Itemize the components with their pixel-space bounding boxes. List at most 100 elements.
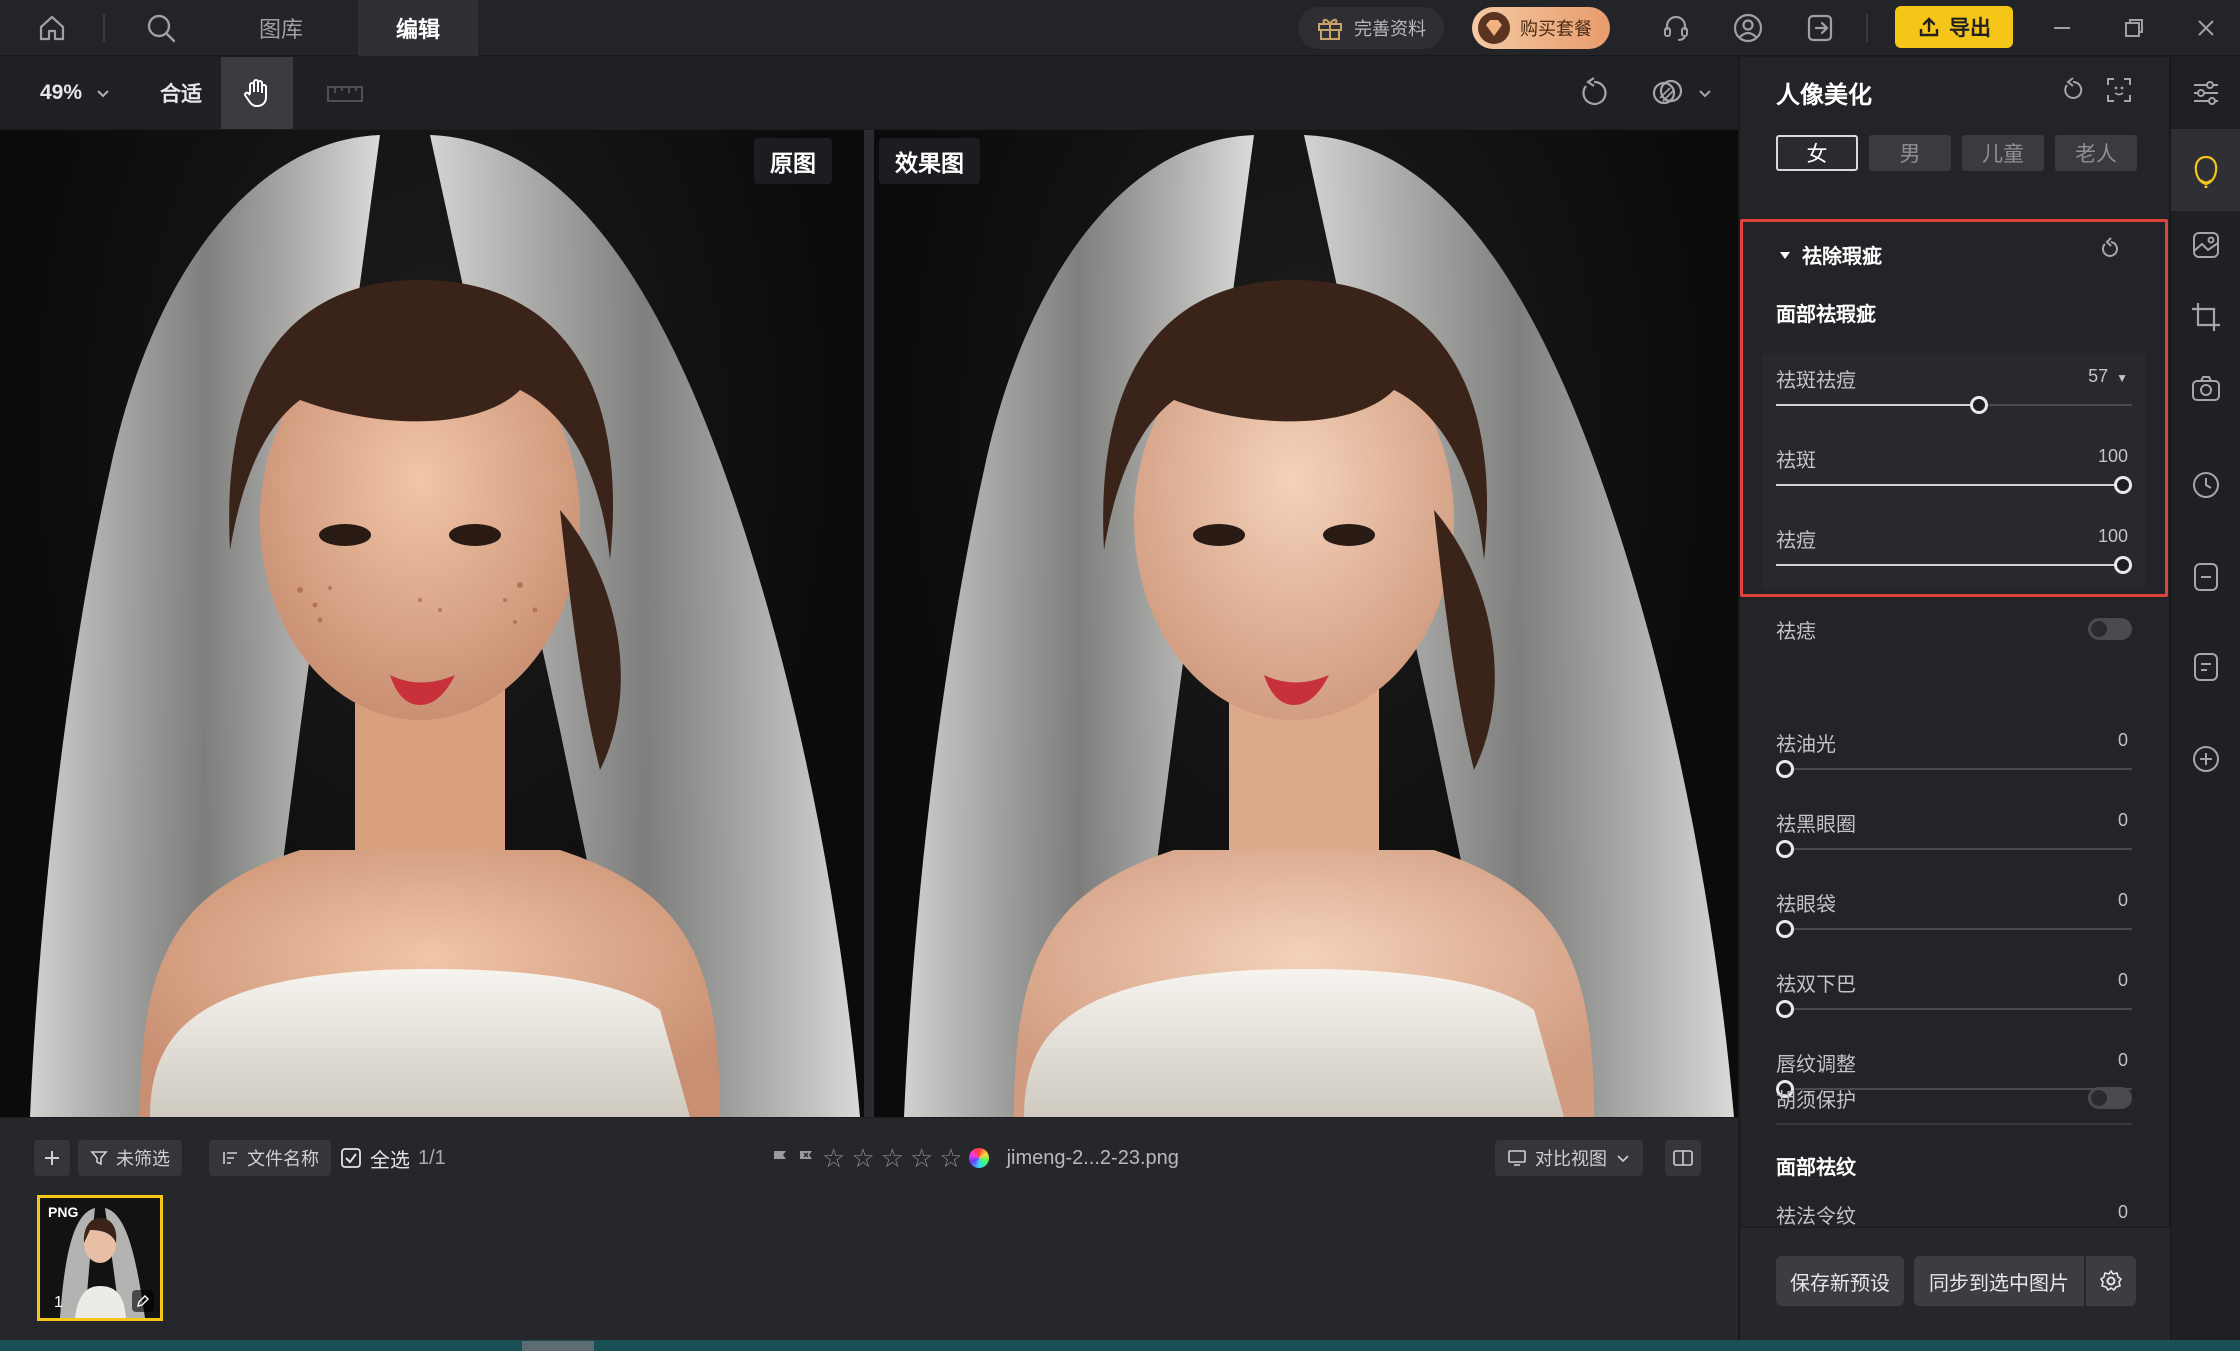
split-view-button[interactable] bbox=[1665, 1140, 1701, 1176]
slider-value[interactable]: 0 bbox=[2118, 730, 2128, 751]
zoom-dropdown[interactable]: 49% bbox=[40, 57, 112, 129]
notes-icon[interactable] bbox=[2186, 557, 2226, 597]
search-icon[interactable] bbox=[141, 8, 181, 48]
panel-footer: 保存新预设 同步到选中图片 bbox=[1740, 1227, 2170, 1340]
rating-bar: ☆ ☆ ☆ ☆ ☆ jimeng-2...2-23.png bbox=[770, 1140, 1179, 1176]
toggle-row-beard: 胡须保护 bbox=[1776, 1082, 2132, 1112]
slider-nasolabial[interactable]: 祛法令纹 0 bbox=[1776, 1200, 2132, 1226]
save-preset-button[interactable]: 保存新预设 bbox=[1776, 1256, 1904, 1306]
sort-icon bbox=[223, 1152, 237, 1164]
slider-extra-3[interactable]: 祛双下巴 0 bbox=[1776, 968, 2132, 1024]
tab-library[interactable]: 图库 bbox=[226, 0, 336, 56]
gear-icon bbox=[2100, 1270, 2122, 1291]
support-headset-icon[interactable] bbox=[1656, 8, 1696, 48]
filmstrip: 未筛选 文件名称 全选 1/1 ☆ ☆ ☆ ☆ ☆ jimeng-2...2-2… bbox=[0, 1118, 1738, 1340]
thumbnail-item[interactable]: PNG 1 bbox=[37, 1195, 163, 1321]
slider-value[interactable]: 0 bbox=[2118, 890, 2128, 911]
image-edit-icon[interactable] bbox=[2186, 225, 2226, 265]
document-icon[interactable] bbox=[2186, 647, 2226, 687]
image-canvas[interactable]: 原图 效果图 bbox=[0, 130, 1738, 1117]
tab-elderly[interactable]: 老人 bbox=[2055, 135, 2137, 171]
mole-toggle[interactable] bbox=[2088, 618, 2132, 640]
star-icon[interactable]: ☆ bbox=[939, 1145, 962, 1171]
beard-label: 胡须保护 bbox=[1776, 1090, 1856, 1112]
slider-track[interactable] bbox=[1776, 848, 2132, 850]
thumbnail-index: 1 bbox=[54, 1294, 63, 1311]
hand-tool-button[interactable] bbox=[221, 57, 293, 129]
filter-icon bbox=[90, 1151, 108, 1166]
split-view-icon bbox=[1673, 1150, 1693, 1166]
compare-view-dropdown[interactable]: 对比视图 bbox=[1495, 1140, 1643, 1176]
minimize-icon[interactable] bbox=[2042, 8, 2082, 48]
filter-label: 未筛选 bbox=[116, 1149, 170, 1169]
close-icon[interactable] bbox=[2186, 8, 2226, 48]
horizontal-scrollbar[interactable] bbox=[522, 1341, 594, 1351]
logout-icon[interactable] bbox=[1800, 8, 1840, 48]
add-button[interactable] bbox=[34, 1140, 70, 1176]
beard-toggle[interactable] bbox=[2088, 1087, 2132, 1109]
separator bbox=[103, 14, 105, 42]
buy-plan-button[interactable]: 购买套餐 bbox=[1472, 7, 1610, 49]
slider-value: 0 bbox=[2117, 1202, 2128, 1222]
color-label-icon[interactable] bbox=[968, 1148, 989, 1168]
star-icon[interactable]: ☆ bbox=[910, 1145, 933, 1171]
slider-knob[interactable] bbox=[1776, 1000, 1794, 1018]
select-all-checkbox[interactable]: 全选 1/1 bbox=[340, 1140, 446, 1176]
slider-value[interactable]: 0 bbox=[2118, 1050, 2128, 1071]
separator bbox=[1866, 14, 1868, 42]
tab-child[interactable]: 儿童 bbox=[1962, 135, 2044, 171]
sync-settings-button[interactable] bbox=[2086, 1256, 2136, 1306]
compare-divider[interactable] bbox=[864, 130, 874, 1117]
effect-photo bbox=[874, 130, 1738, 1117]
star-icon[interactable]: ☆ bbox=[851, 1145, 874, 1171]
sort-label: 文件名称 bbox=[247, 1149, 319, 1169]
slider-track[interactable] bbox=[1776, 768, 2132, 770]
home-icon[interactable] bbox=[32, 8, 72, 48]
sync-to-selected-button[interactable]: 同步到选中图片 bbox=[1914, 1256, 2084, 1306]
slider-value[interactable]: 0 bbox=[2118, 970, 2128, 991]
restore-window-icon[interactable] bbox=[2114, 8, 2154, 48]
adjust-sliders-icon[interactable] bbox=[2186, 73, 2226, 113]
slider-track[interactable] bbox=[1776, 1008, 2132, 1010]
flag-pick-icon[interactable] bbox=[770, 1148, 790, 1168]
filter-button[interactable]: 未筛选 bbox=[78, 1140, 182, 1176]
flag-reject-icon[interactable] bbox=[796, 1148, 816, 1168]
mole-label: 祛痣 bbox=[1776, 621, 1816, 643]
taskbar-strip bbox=[0, 1340, 2240, 1351]
star-icon[interactable]: ☆ bbox=[881, 1145, 904, 1171]
complete-profile-button[interactable]: 完善资料 bbox=[1298, 7, 1444, 49]
history-clock-icon[interactable] bbox=[2186, 465, 2226, 505]
slider-extra-1[interactable]: 祛黑眼圈 0 bbox=[1776, 808, 2132, 864]
zoom-value: 49% bbox=[40, 81, 83, 104]
add-circle-icon[interactable] bbox=[2186, 739, 2226, 779]
ruler-icon[interactable] bbox=[318, 73, 372, 113]
crop-icon[interactable] bbox=[2186, 297, 2226, 337]
select-all-label: 全选 bbox=[370, 1149, 410, 1172]
chevron-down-icon[interactable] bbox=[1690, 73, 1720, 113]
reset-icon[interactable] bbox=[2058, 75, 2088, 105]
edit-pencil-icon[interactable] bbox=[132, 1290, 154, 1312]
tab-female[interactable]: 女 bbox=[1776, 135, 1858, 171]
subsection-wrinkle: 面部祛纹 bbox=[1776, 1157, 1856, 1179]
slider-extra-0[interactable]: 祛油光 0 bbox=[1776, 728, 2132, 784]
export-button[interactable]: 导出 bbox=[1895, 6, 2013, 48]
undo-rotate-icon[interactable] bbox=[1572, 73, 1616, 113]
compare-view-label: 对比视图 bbox=[1535, 1149, 1607, 1169]
star-icon[interactable]: ☆ bbox=[822, 1145, 845, 1171]
slider-extra-2[interactable]: 祛眼袋 0 bbox=[1776, 888, 2132, 944]
slider-track[interactable] bbox=[1776, 928, 2132, 930]
tab-edit[interactable]: 编辑 bbox=[358, 0, 478, 56]
tab-male[interactable]: 男 bbox=[1869, 135, 1951, 171]
slider-knob[interactable] bbox=[1776, 920, 1794, 938]
slider-knob[interactable] bbox=[1776, 840, 1794, 858]
sort-button[interactable]: 文件名称 bbox=[209, 1140, 331, 1176]
camera-icon[interactable] bbox=[2186, 369, 2226, 409]
mask-overlay-icon[interactable] bbox=[1646, 73, 1690, 113]
original-photo bbox=[0, 130, 864, 1117]
portrait-beauty-icon[interactable] bbox=[2186, 151, 2226, 191]
face-detect-icon[interactable] bbox=[2104, 75, 2134, 105]
slider-value[interactable]: 0 bbox=[2118, 810, 2128, 831]
fit-button[interactable]: 合适 bbox=[160, 57, 202, 129]
user-account-icon[interactable] bbox=[1728, 8, 1768, 48]
slider-knob[interactable] bbox=[1776, 760, 1794, 778]
